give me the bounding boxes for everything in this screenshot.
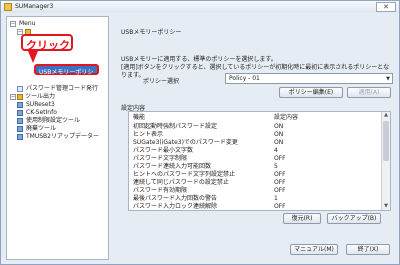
table-row[interactable]: パスワード文字制限 OFF <box>129 155 379 163</box>
tool-icon <box>17 118 23 124</box>
callout-arrow <box>28 51 38 63</box>
tree-item-label: SUReset3 <box>26 101 55 108</box>
feature-cell: パスワード入力ロック連続解除 <box>133 203 218 210</box>
chevron-down-icon: ▼ <box>386 76 390 82</box>
tree-item-label: CK-SetInfo <box>26 109 57 116</box>
app-window: SUManager3 ✕ − Menu − パスワード管理コード発行 − ツール… <box>0 0 400 265</box>
table-row[interactable]: パスワード最小文字数 4 <box>129 147 379 155</box>
exit-button[interactable]: 終了(X) <box>346 244 390 255</box>
folder-icon <box>17 94 23 100</box>
restore-button[interactable]: 復元(R) <box>283 213 321 224</box>
column-header-feature[interactable]: 機能 <box>133 112 145 123</box>
table-row[interactable]: ヒントへのパスワード文字列設定禁止 OFF <box>129 171 379 179</box>
column-header-setting[interactable]: 設定内容 <box>274 112 298 123</box>
setting-cell: OFF <box>274 155 286 162</box>
tool-icon <box>17 126 23 132</box>
tree-item-label: 使用制限設定ツール <box>26 117 81 124</box>
setting-cell: ON <box>274 131 284 138</box>
setting-cell: ON <box>274 123 284 130</box>
policy-panel: USBメモリーポリシー USBメモリーに適用する、標準のポリシーを選択します。 … <box>113 16 395 234</box>
tool-icon <box>17 102 23 108</box>
setting-cell: ON <box>274 139 284 146</box>
description-line: USBメモリーに適用する、標準のポリシーを選択します。 <box>121 56 277 63</box>
tree-item-label: パスワード管理コード発行 <box>26 85 99 92</box>
scroll-up-icon[interactable]: ▲ <box>383 112 389 119</box>
feature-cell: パスワード連続入力可能回数 <box>133 163 212 170</box>
feature-cell: パスワード文字制限 <box>133 155 188 162</box>
title-bar: SUManager3 ✕ <box>1 1 399 13</box>
feature-cell: 最後パスワード入力回数の警告 <box>133 195 218 202</box>
tree-item-label: USBメモリーポリシー <box>39 69 94 85</box>
policy-select[interactable]: Policy - 01 ▼ <box>225 73 393 84</box>
tree-item-label: ツール出力 <box>25 93 56 100</box>
setting-cell: OFF <box>274 203 286 210</box>
feature-cell: SUGate3(iGate3)でのパスワード変更 <box>133 139 238 146</box>
app-icon <box>4 3 12 11</box>
setting-cell: 4 <box>274 147 278 154</box>
table-row[interactable]: パスワード連続入力可能回数 5 <box>129 163 379 171</box>
edit-policy-button[interactable]: ポリシー編集(E) <box>279 87 343 98</box>
close-button[interactable]: ✕ <box>376 2 396 12</box>
setting-cell: 1 <box>274 195 278 202</box>
tree-item-label: Menu <box>19 20 36 27</box>
backup-button[interactable]: バックアップ(B) <box>327 213 381 224</box>
feature-cell: 初回起動時強制パスワード設定 <box>133 123 218 130</box>
collapse-icon[interactable]: − <box>10 21 16 27</box>
key-icon <box>17 86 23 92</box>
settings-table[interactable]: 機能 設定内容 初回起動時強制パスワード設定 ON ヒント表示 ON SUGate3(i… <box>128 111 391 211</box>
panel-title: USBメモリーポリシー <box>121 29 182 36</box>
collapse-icon[interactable]: − <box>10 94 16 100</box>
policy-select-label: ポリシー選択 <box>143 78 180 85</box>
feature-cell: 連続して同じパスワードの設定禁止 <box>133 179 229 186</box>
click-callout: クリック <box>21 34 73 52</box>
scroll-down-icon[interactable]: ▼ <box>383 203 389 210</box>
apply-button[interactable]: 適用(A) <box>347 87 391 98</box>
tree-item-label: 廃棄ツール <box>26 125 57 132</box>
policy-select-value: Policy - 01 <box>229 75 260 82</box>
feature-cell: ヒント表示 <box>133 131 164 138</box>
table-row[interactable]: パスワード有効期限 OFF <box>129 187 379 195</box>
feature-cell: ヒントへのパスワード文字列設定禁止 <box>133 171 236 178</box>
table-row[interactable]: 初回起動時強制パスワード設定 ON <box>129 123 379 131</box>
manual-button[interactable]: マニュアル(M) <box>290 244 338 255</box>
tree-item-label: TMUSB2リアップデーター <box>26 133 99 140</box>
setting-cell: OFF <box>274 171 286 178</box>
setting-cell: 5 <box>274 163 278 170</box>
setting-cell: OFF <box>274 179 286 186</box>
tool-icon <box>17 110 23 116</box>
table-row[interactable]: 最後パスワード入力回数の警告 1 <box>129 195 379 203</box>
vertical-scrollbar[interactable]: ▲ ▼ <box>381 112 390 210</box>
feature-cell: パスワード最小文字数 <box>133 147 194 154</box>
table-row[interactable]: SUGate3(iGate3)でのパスワード変更 ON <box>129 139 379 147</box>
table-row[interactable]: ヒント表示 ON <box>129 131 379 139</box>
feature-cell: パスワード有効期限 <box>133 187 188 194</box>
tree-item-usb-memory-policy[interactable]: USBメモリーポリシー <box>34 64 99 85</box>
table-row[interactable]: 連続して同じパスワードの設定禁止 OFF <box>129 179 379 187</box>
setting-cell: OFF <box>274 187 286 194</box>
tool-icon <box>17 134 23 140</box>
window-title: SUManager3 <box>15 3 54 10</box>
table-row[interactable]: パスワード入力ロック連続解除 OFF <box>129 203 379 210</box>
scrollbar-thumb[interactable] <box>383 121 389 161</box>
